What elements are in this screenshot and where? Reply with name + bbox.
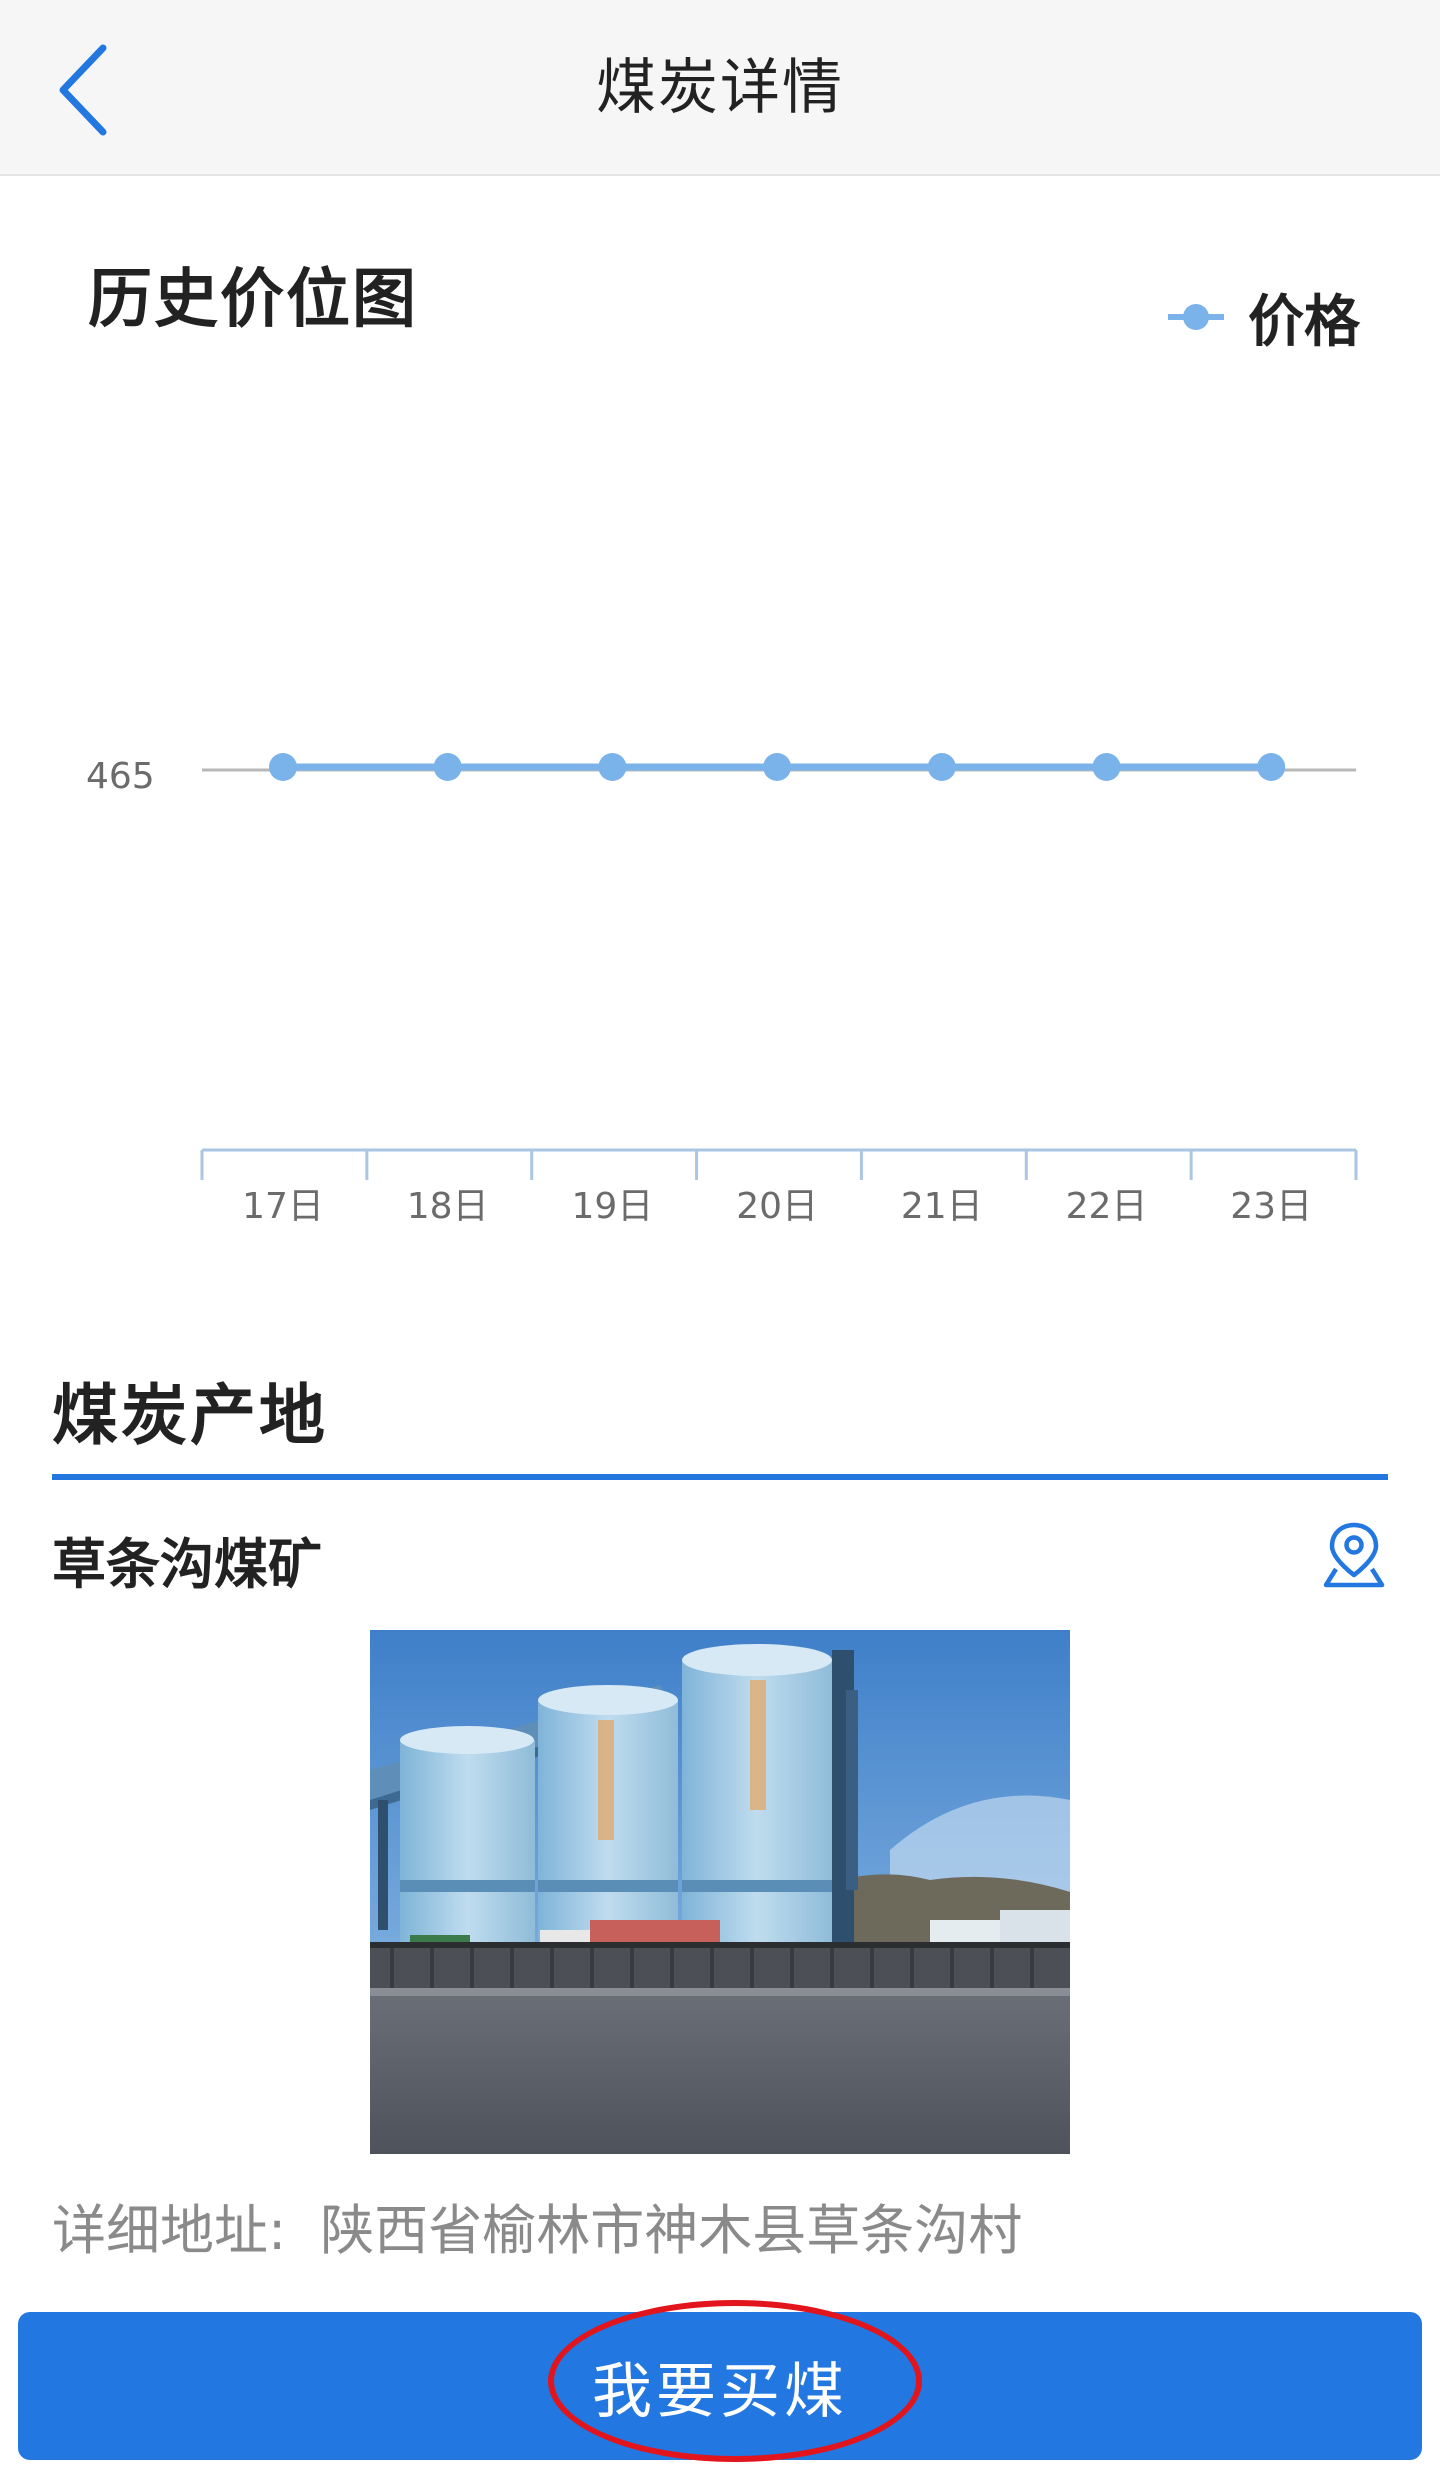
map-pin-icon (1323, 1522, 1385, 1588)
mine-name: 草条沟煤矿 (52, 1533, 322, 1596)
x-tick-label: 22日 (1066, 1186, 1148, 1227)
x-tick-label: 18日 (407, 1186, 489, 1227)
location-button[interactable] (1316, 1514, 1392, 1594)
legend-label: 价格 (1248, 289, 1360, 355)
price-history-chart: 465 17日 18日 19日 20日 21日 22日 23日 (86, 753, 1358, 1227)
origin-title-underline (52, 1474, 1388, 1480)
legend-line-dot-icon (1168, 304, 1224, 330)
data-point (927, 753, 956, 781)
data-point (433, 753, 462, 781)
coal-detail-page: 煤炭详情 465 17日 18日 19日 20日 21日 22日 23日 历史价位图 价格 煤… (0, 0, 1440, 2470)
origin-section-title: 煤炭产地 (52, 1377, 328, 1454)
y-tick-label: 465 (86, 756, 155, 797)
chart-legend[interactable]: 价格 (1166, 282, 1360, 355)
mine-photo (370, 1630, 1070, 2154)
chart-title: 历史价位图 (88, 263, 418, 337)
x-tick-label: 20日 (736, 1186, 818, 1227)
x-tick-label: 21日 (901, 1186, 983, 1227)
x-tick-label: 23日 (1230, 1186, 1312, 1227)
address-value: 陕西省榆林市神木县草条沟村 (320, 2199, 1023, 2262)
data-point (1092, 753, 1121, 781)
data-point (1257, 753, 1286, 781)
data-point (763, 753, 792, 781)
data-point (598, 753, 627, 781)
address-row: 详细地址: 陕西省榆林市神木县草条沟村 (52, 2186, 1022, 2265)
x-tick-label: 17日 (242, 1186, 324, 1227)
data-point (269, 753, 297, 781)
red-annotation-ellipse (548, 2300, 922, 2462)
address-label: 详细地址: (52, 2199, 287, 2262)
x-tick-label: 19日 (571, 1186, 653, 1227)
